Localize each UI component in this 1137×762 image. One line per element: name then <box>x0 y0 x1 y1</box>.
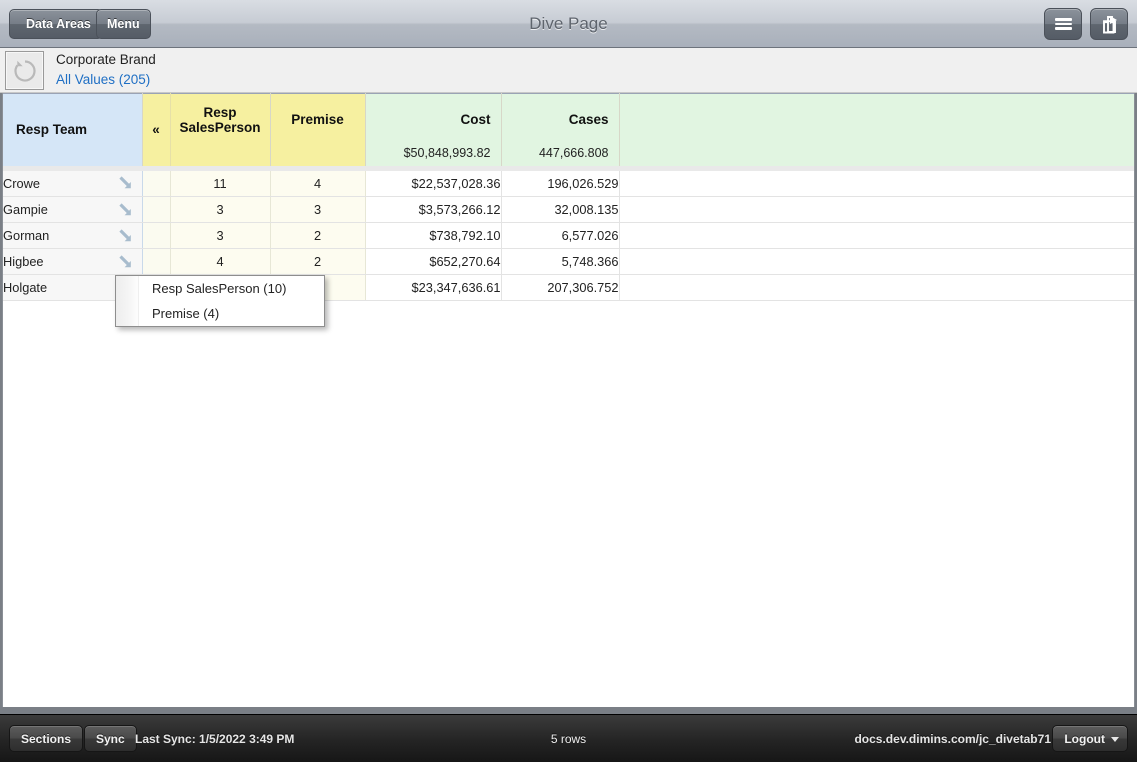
drill-down-arrow-icon[interactable] <box>118 254 134 270</box>
cell-cost[interactable]: $738,792.10 <box>365 222 502 249</box>
page-title: Dive Page <box>529 14 608 33</box>
dive-title: Corporate Brand <box>56 52 156 67</box>
cell-resp-salesperson[interactable]: 3 <box>170 196 271 223</box>
cell-text: Gorman <box>3 228 50 243</box>
cell-cases[interactable]: 196,026.529 <box>501 170 620 197</box>
cell-premise[interactable]: 2 <box>270 222 366 249</box>
cell-filler <box>619 196 1134 223</box>
share-icon <box>1103 16 1117 34</box>
drill-down-arrow-icon[interactable] <box>118 228 134 244</box>
dive-table: Resp Team « Resp SalesPerson Premise Cos… <box>3 93 1134 301</box>
back-button-label: Data Areas <box>26 17 91 31</box>
cell-cases[interactable]: 32,008.135 <box>501 196 620 223</box>
cell-resp-team[interactable]: Gorman <box>3 222 143 249</box>
menu-button-label: Menu <box>107 17 140 31</box>
cell-resp-team[interactable]: Gampie <box>3 196 143 223</box>
cell-cost[interactable]: $22,537,028.36 <box>365 170 502 197</box>
cell-resp-salesperson[interactable]: 3 <box>170 222 271 249</box>
back-button-data-areas[interactable]: Data Areas <box>9 9 103 39</box>
column-header-cost[interactable]: Cost <box>365 93 502 146</box>
dive-info-bar: Corporate Brand All Values (205) <box>0 48 1137 93</box>
dive-subtitle-all-values[interactable]: All Values (205) <box>56 70 156 90</box>
logout-button-label: Logout <box>1064 731 1105 746</box>
hamburger-menu-button[interactable] <box>1044 8 1082 40</box>
cell-resp-team[interactable]: Crowe <box>3 170 143 197</box>
cell-resp-team[interactable]: Higbee <box>3 248 143 275</box>
cell-filler <box>619 222 1134 249</box>
status-bar: Sections Sync Last Sync: 1/5/2022 3:49 P… <box>0 714 1137 762</box>
table-row[interactable]: Crowe 11 4 $22,537,028.36 196,026.529 <box>3 170 1134 197</box>
column-header-premise[interactable]: Premise <box>270 93 366 146</box>
refresh-button[interactable] <box>5 51 44 90</box>
cell-cost[interactable]: $652,270.64 <box>365 248 502 275</box>
app-window: Dive Page Data Areas Menu Corporate Bran… <box>0 0 1137 762</box>
cell-filler <box>619 274 1134 301</box>
column-header-cases[interactable]: Cases <box>501 93 620 146</box>
total-cost: $50,848,993.82 <box>365 145 502 166</box>
cell-premise[interactable]: 3 <box>270 196 366 223</box>
total-premise <box>270 145 366 166</box>
drill-down-arrow-icon[interactable] <box>118 202 134 218</box>
top-toolbar: Dive Page Data Areas Menu <box>0 0 1137 48</box>
column-header-resp-salesperson[interactable]: Resp SalesPerson <box>170 93 271 146</box>
column-header-resp-team[interactable]: Resp Team <box>3 93 143 166</box>
cell-resp-salesperson[interactable]: 11 <box>170 170 271 197</box>
dive-table-container[interactable]: Resp Team « Resp SalesPerson Premise Cos… <box>2 93 1135 707</box>
refresh-circle-icon <box>13 59 36 82</box>
total-cases: 447,666.808 <box>501 145 620 166</box>
cell-cost[interactable]: $23,347,636.61 <box>365 274 502 301</box>
cell-resp-salesperson[interactable]: 4 <box>170 248 271 275</box>
dimension-context-menu[interactable]: Resp SalesPerson (10) Premise (4) <box>115 275 325 327</box>
table-row[interactable]: Higbee 4 2 $652,270.64 5,748.366 <box>3 248 1134 275</box>
cell-text: Holgate <box>3 280 48 295</box>
cell-text: Crowe <box>3 175 40 191</box>
context-menu-item-resp-salesperson[interactable]: Resp SalesPerson (10) <box>116 276 324 301</box>
logout-button[interactable]: Logout <box>1052 725 1128 752</box>
table-row[interactable]: Gorman 3 2 $738,792.10 6,577.026 <box>3 222 1134 249</box>
cell-cost[interactable]: $3,573,266.12 <box>365 196 502 223</box>
caret-down-icon <box>1111 736 1119 742</box>
cell-premise[interactable]: 4 <box>270 170 366 197</box>
menu-button[interactable]: Menu <box>96 9 151 39</box>
context-menu-item-premise[interactable]: Premise (4) <box>116 301 324 326</box>
cell-filler <box>619 170 1134 197</box>
hamburger-icon <box>1054 16 1072 32</box>
cell-spacer <box>142 248 171 275</box>
header-label-row: Resp Team « Resp SalesPerson Premise Cos… <box>3 93 1134 166</box>
cell-cases[interactable]: 5,748.366 <box>501 248 620 275</box>
share-button[interactable] <box>1090 8 1128 40</box>
table-row[interactable]: Gampie 3 3 $3,573,266.12 32,008.135 <box>3 196 1134 223</box>
cell-premise[interactable]: 2 <box>270 248 366 275</box>
host-url-text: docs.dev.dimins.com/jc_divetab71 <box>854 732 1051 746</box>
drill-down-arrow-icon[interactable] <box>118 175 134 191</box>
collapse-columns-button[interactable]: « <box>142 93 171 166</box>
cell-text: Higbee <box>3 254 44 269</box>
dive-info-text: Corporate Brand All Values (205) <box>56 50 156 90</box>
cell-text: Gampie <box>3 202 48 217</box>
cell-spacer <box>142 196 171 223</box>
cell-spacer <box>142 222 171 249</box>
total-resp-salesperson <box>170 145 271 166</box>
cell-cases[interactable]: 6,577.026 <box>501 222 620 249</box>
cell-spacer <box>142 170 171 197</box>
table-header: Resp Team « Resp SalesPerson Premise Cos… <box>3 93 1134 171</box>
cell-filler <box>619 248 1134 275</box>
cell-cases[interactable]: 207,306.752 <box>501 274 620 301</box>
column-header-filler <box>619 93 1134 166</box>
